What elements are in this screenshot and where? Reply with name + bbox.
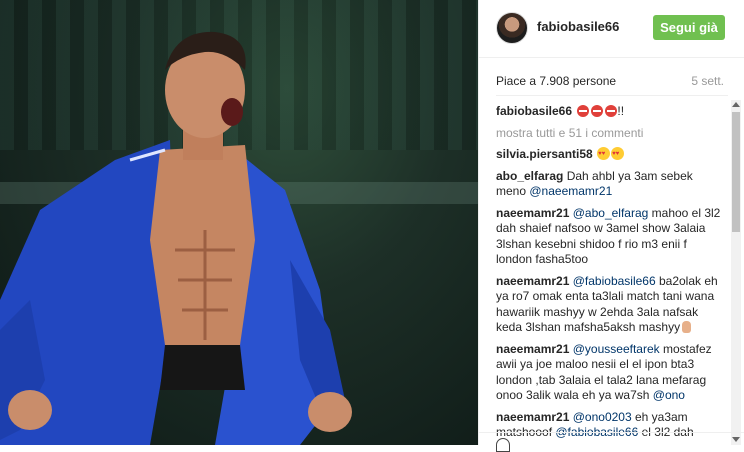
comment-mention[interactable]: @abo_elfarag — [573, 206, 649, 220]
comment-username[interactable]: naeemamr21 — [496, 410, 569, 424]
comment-username[interactable]: naeemamr21 — [496, 342, 569, 356]
scroll-up-icon[interactable] — [732, 102, 740, 107]
comment-item: silvia.piersanti58 — [496, 147, 722, 163]
post-date[interactable]: 5 sett. — [691, 74, 724, 88]
likes-count[interactable]: Piace a 7.908 persone — [496, 74, 616, 88]
comment-username[interactable]: silvia.piersanti58 — [496, 147, 593, 161]
comment-mention[interactable]: @ono0203 — [573, 410, 632, 424]
post-header: fabiobasile66 Segui già — [479, 0, 744, 58]
caption-text: !! — [617, 104, 625, 118]
comment-username[interactable]: naeemamr21 — [496, 206, 569, 220]
heart-icon[interactable] — [496, 438, 510, 452]
actions-bar — [479, 432, 744, 452]
comment-username[interactable]: abo_elfarag — [496, 169, 563, 183]
comment-mention[interactable]: @fabiobasile66 — [573, 274, 656, 288]
caption-username[interactable]: fabiobasile66 — [496, 104, 572, 118]
comment-item: naeemamr21 @yousseeftarek mostafez awii … — [496, 342, 722, 404]
comment-mention[interactable]: @naeemamr21 — [529, 184, 612, 198]
username-link[interactable]: fabiobasile66 — [537, 19, 619, 34]
comment-item: naeemamr21 @fabiobasile66 ba2olak eh ya … — [496, 274, 722, 336]
follow-button[interactable]: Segui già — [653, 15, 725, 40]
comment-item: naeemamr21 @abo_elfarag mahoo el 3l2 dah… — [496, 206, 722, 268]
avatar[interactable] — [496, 12, 528, 44]
no-entry-emoji — [605, 105, 618, 117]
comment-item: abo_elfarag Dah ahbl ya 3am sebek meno @… — [496, 169, 722, 200]
heart-eyes-emoji — [611, 147, 625, 163]
heart-eyes-emoji — [597, 147, 611, 163]
comments-list: fabiobasile66 !! mostra tutti e 51 i com… — [496, 104, 722, 447]
scrollbar-thumb[interactable] — [732, 112, 740, 232]
comment-mention[interactable]: @yousseeftarek — [573, 342, 660, 356]
comments-scrollbar[interactable] — [731, 100, 741, 445]
comment-mention[interactable]: @ono — [653, 388, 685, 402]
comment-username[interactable]: naeemamr21 — [496, 274, 569, 288]
no-entry-emoji — [577, 105, 590, 117]
no-entry-emoji — [591, 105, 604, 117]
judoka-illustration — [0, 31, 352, 445]
post-side-panel: fabiobasile66 Segui già Piace a 7.908 pe… — [478, 0, 744, 452]
load-more-comments[interactable]: mostra tutti e 51 i commenti — [496, 126, 722, 142]
divider — [496, 95, 728, 96]
middle-finger-emoji — [682, 321, 692, 333]
post-photo — [0, 0, 478, 445]
caption: fabiobasile66 !! — [496, 104, 722, 120]
